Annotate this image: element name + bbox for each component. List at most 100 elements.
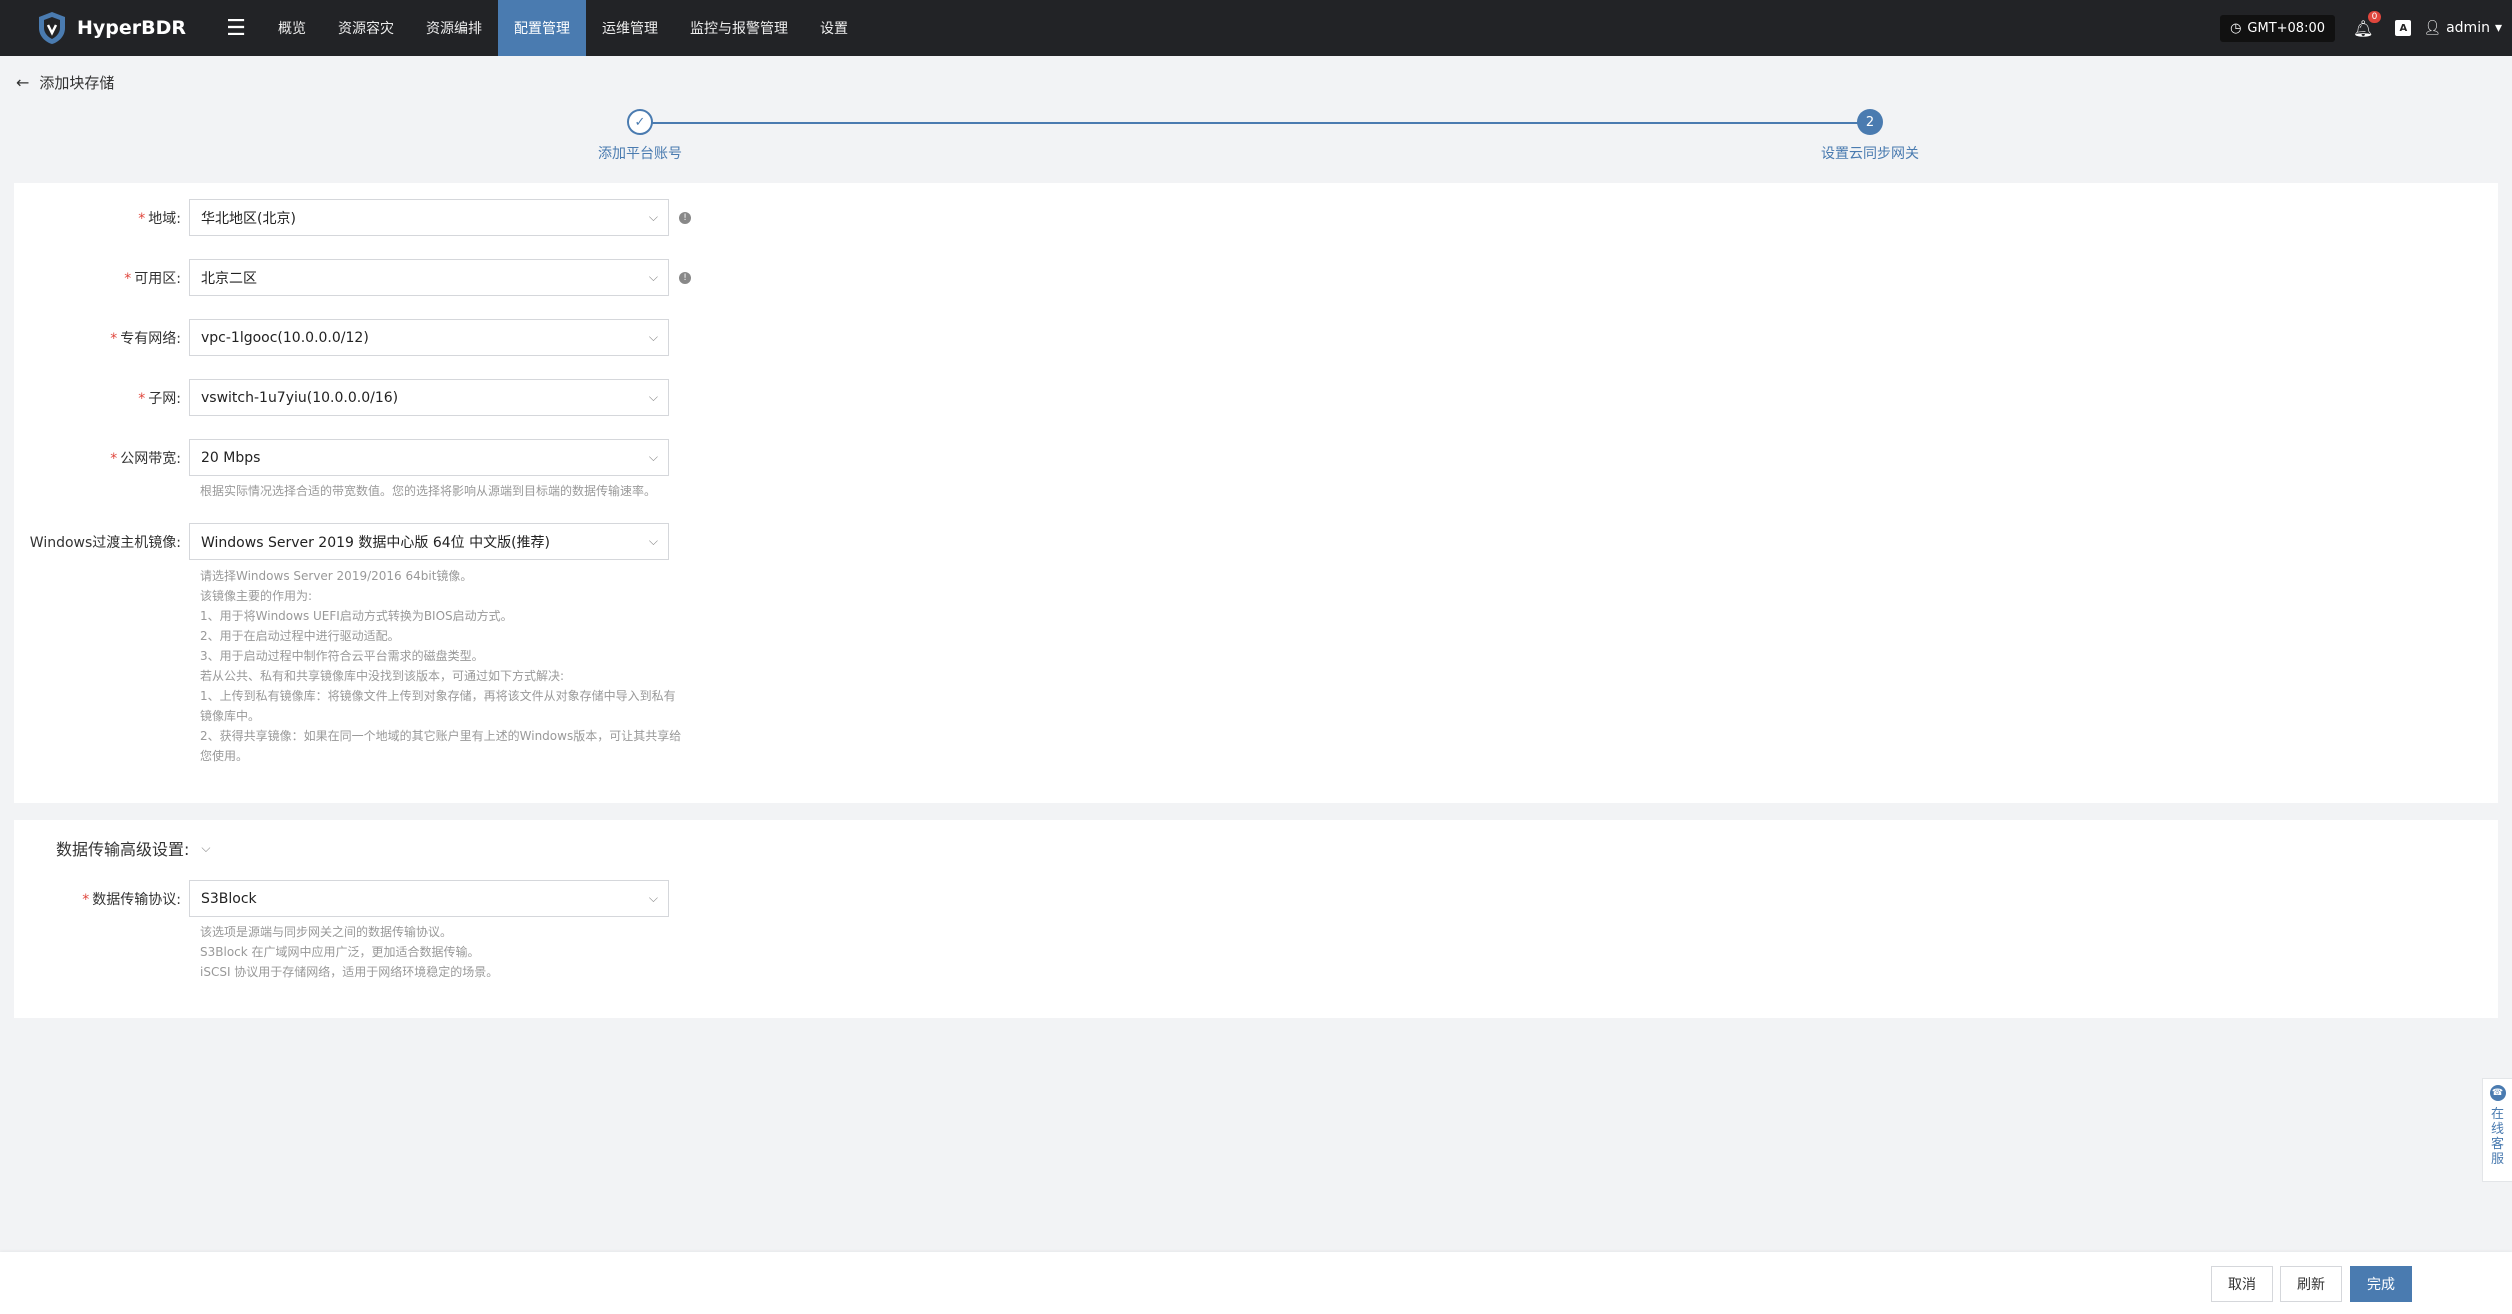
protocol-row: * 数据传输协议: S3Block ⌵ (14, 880, 669, 917)
footer-bar: 取消 刷新 完成 (0, 1252, 2512, 1314)
bandwidth-select[interactable]: 20 Mbps ⌵ (189, 439, 669, 476)
chevron-down-icon: ⌵ (648, 450, 658, 464)
windows-image-label: Windows过渡主机镜像: (29, 534, 181, 551)
finish-button[interactable]: 完成 (2350, 1266, 2412, 1302)
main-nav: 概览 资源容灾 资源编排 配置管理 运维管理 监控与报警管理 设置 (262, 0, 864, 56)
cancel-button[interactable]: 取消 (2211, 1266, 2273, 1302)
protocol-label: 数据传输协议: (92, 891, 181, 908)
timezone-selector[interactable]: ◷ GMT+08:00 (2220, 14, 2335, 42)
region-value: 华北地区(北京) (201, 210, 296, 227)
shield-logo-icon (36, 10, 69, 46)
protocol-select[interactable]: S3Block ⌵ (189, 880, 669, 917)
chevron-down-icon: ⌵ (648, 210, 658, 224)
language-icon[interactable]: A (2395, 20, 2412, 36)
hamburger-icon[interactable]: ☰ (216, 16, 256, 41)
step-2-label: 设置云同步网关 (1821, 146, 1919, 162)
nav-item-overview[interactable]: 概览 (262, 0, 322, 56)
advanced-settings-toggle[interactable]: 数据传输高级设置: ⌵ (56, 836, 211, 860)
notification-button[interactable]: 🔔︎ 0 (2353, 10, 2382, 38)
stepper: ✓ 添加平台账号 2 设置云同步网关 (580, 108, 1930, 168)
required-mark: * (138, 390, 146, 407)
top-right-tools: ◷ GMT+08:00 🔔︎ 0 A 👤︎ admin ▾ (2220, 0, 2502, 56)
headset-icon: ☎ (2489, 1085, 2506, 1101)
hint-line: 3、用于启动过程中制作符合云平台需求的磁盘类型。 (200, 649, 484, 663)
user-icon: 👤︎ (2423, 20, 2442, 36)
subnet-label: 子网: (148, 390, 181, 407)
step-1-label: 添加平台账号 (598, 146, 682, 162)
notification-badge: 0 (2367, 10, 2382, 23)
hint-line: iSCSI 协议用于存储网络，适用于网络环境稳定的场景。 (200, 965, 499, 979)
stepper-line (640, 122, 1870, 124)
hint-line: 该选项是源端与同步网关之间的数据传输协议。 (200, 925, 453, 939)
arrow-left-icon: ← (16, 73, 30, 92)
required-mark: * (110, 450, 118, 467)
page-title: 添加块存储 (39, 74, 115, 92)
required-mark: * (138, 210, 146, 227)
chevron-down-icon: ⌵ (648, 390, 658, 404)
bandwidth-label: 公网带宽: (120, 450, 181, 467)
online-service-label: 在线客服 (2490, 1107, 2504, 1167)
required-mark: * (82, 891, 90, 908)
chevron-down-icon: ⌵ (648, 891, 658, 905)
nav-item-ops-management[interactable]: 运维管理 (586, 0, 674, 56)
hint-line: S3Block 在广域网中应用广泛，更加适合数据传输。 (200, 945, 480, 959)
nav-item-orchestration[interactable]: 资源编排 (410, 0, 498, 56)
top-navigation-bar: HyperBDR ☰ 概览 资源容灾 资源编排 配置管理 运维管理 监控与报警管… (0, 0, 2512, 56)
protocol-hint: 该选项是源端与同步网关之间的数据传输协议。 S3Block 在广域网中应用广泛，… (200, 922, 700, 982)
app-name: HyperBDR (76, 17, 186, 39)
zone-value: 北京二区 (201, 270, 257, 287)
check-icon: ✓ (627, 109, 653, 135)
region-label: 地域: (148, 210, 181, 227)
online-service-button[interactable]: ☎ 在线客服 (2482, 1078, 2512, 1182)
protocol-value: S3Block (201, 890, 257, 907)
hint-line: 若从公共、私有和共享镜像库中没找到该版本，可通过如下方式解决: (200, 669, 565, 683)
bandwidth-value: 20 Mbps (201, 449, 261, 466)
vpc-value: vpc-1lgooc(10.0.0.0/12) (201, 329, 369, 346)
step-add-platform-account: ✓ 添加平台账号 (570, 108, 710, 163)
vpc-select[interactable]: vpc-1lgooc(10.0.0.0/12) ⌵ (189, 319, 669, 356)
clock-icon: ◷ (2230, 20, 2242, 36)
app-logo[interactable]: HyperBDR (36, 10, 186, 46)
advanced-settings-title: 数据传输高级设置: (56, 840, 190, 859)
info-icon[interactable]: ! (679, 271, 691, 284)
zone-label: 可用区: (134, 270, 181, 287)
back-link[interactable]: ← 添加块存储 (16, 72, 114, 93)
required-mark: * (124, 270, 132, 287)
chevron-down-icon: ⌵ (648, 330, 658, 344)
required-mark: * (110, 330, 118, 347)
bandwidth-row: * 公网带宽: 20 Mbps ⌵ (14, 439, 669, 476)
region-select[interactable]: 华北地区(北京) ⌵ (189, 199, 669, 236)
hint-line: 2、获得共享镜像：如果在同一个地域的其它账户里有上述的Windows版本，可让其… (200, 729, 682, 743)
step-2-number: 2 (1857, 109, 1883, 135)
zone-row: * 可用区: 北京二区 ⌵ ! (14, 259, 691, 296)
hint-line: 2、用于在启动过程中进行驱动适配。 (200, 629, 400, 643)
nav-item-config-management[interactable]: 配置管理 (498, 0, 586, 56)
caret-down-icon: ▾ (2494, 20, 2502, 36)
refresh-button[interactable]: 刷新 (2280, 1266, 2342, 1302)
user-menu[interactable]: 👤︎ admin ▾ (2423, 20, 2502, 36)
zone-select[interactable]: 北京二区 ⌵ (189, 259, 669, 296)
user-name: admin (2446, 20, 2490, 36)
nav-item-monitoring-alerts[interactable]: 监控与报警管理 (674, 0, 804, 56)
subnet-value: vswitch-1u7yiu(10.0.0.0/16) (201, 389, 399, 406)
gateway-settings-panel: * 地域: 华北地区(北京) ⌵ ! * 可用区: 北京二区 ⌵ ! * 专有网络: … (14, 183, 2498, 803)
bandwidth-hint: 根据实际情况选择合适的带宽数值。您的选择将影响从源端到目标端的数据传输速率。 (200, 484, 657, 498)
nav-item-resource-dr[interactable]: 资源容灾 (322, 0, 410, 56)
subnet-row: * 子网: vswitch-1u7yiu(10.0.0.0/16) ⌵ (14, 379, 669, 416)
windows-image-hint: 请选择Windows Server 2019/2016 64bit镜像。 该镜像… (200, 566, 700, 766)
chevron-down-icon: ⌵ (648, 534, 658, 548)
region-row: * 地域: 华北地区(北京) ⌵ ! (14, 199, 691, 236)
windows-image-select[interactable]: Windows Server 2019 数据中心版 64位 中文版(推荐) ⌵ (189, 523, 669, 560)
chevron-down-icon: ⌵ (201, 840, 211, 855)
nav-item-settings[interactable]: 设置 (804, 0, 864, 56)
windows-image-row: Windows过渡主机镜像: Windows Server 2019 数据中心版… (14, 523, 669, 560)
vpc-row: * 专有网络: vpc-1lgooc(10.0.0.0/12) ⌵ (14, 319, 669, 356)
hint-line: 您使用。 (200, 749, 249, 763)
hint-line: 1、上传到私有镜像库：将镜像文件上传到对象存储，再将该文件从对象存储中导入到私有 (200, 689, 676, 703)
info-icon[interactable]: ! (679, 211, 691, 224)
advanced-settings-panel: 数据传输高级设置: ⌵ * 数据传输协议: S3Block ⌵ 该选项是源端与同步… (14, 820, 2498, 1018)
subnet-select[interactable]: vswitch-1u7yiu(10.0.0.0/16) ⌵ (189, 379, 669, 416)
vpc-label: 专有网络: (120, 330, 181, 347)
hint-line: 1、用于将Windows UEFI启动方式转换为BIOS启动方式。 (200, 609, 513, 623)
windows-image-value: Windows Server 2019 数据中心版 64位 中文版(推荐) (201, 534, 551, 551)
